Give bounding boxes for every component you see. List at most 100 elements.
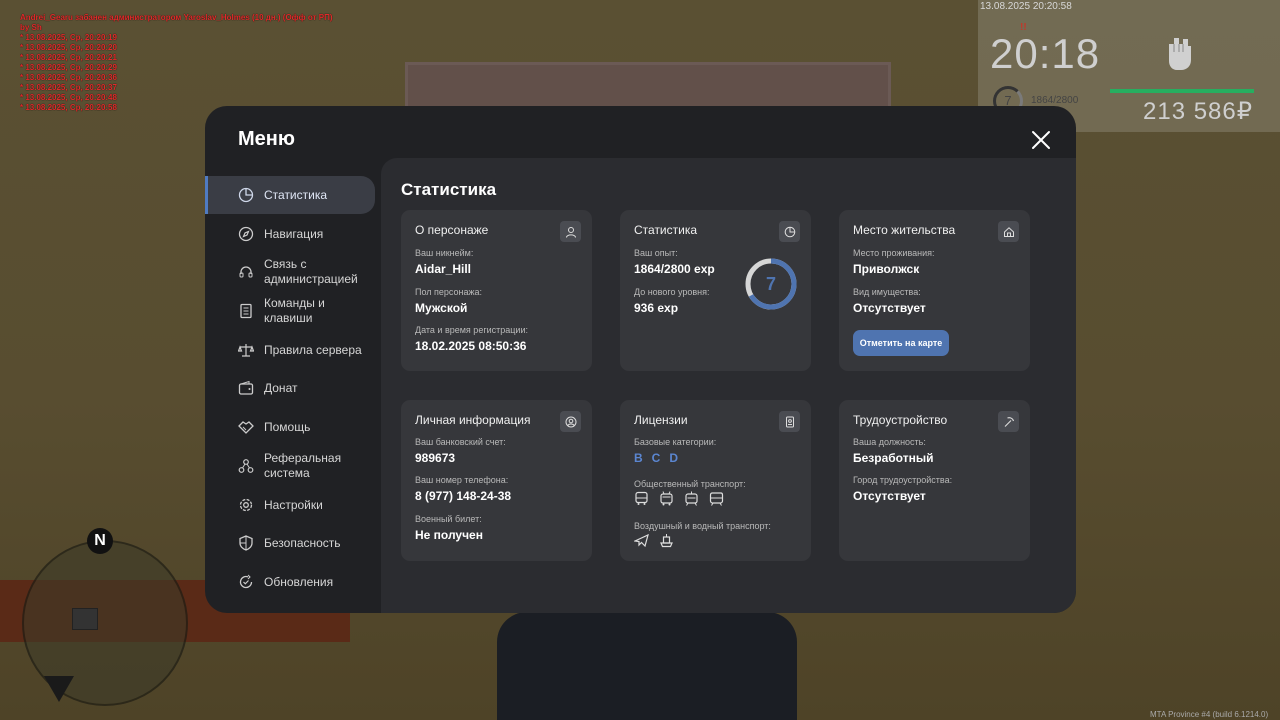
compass-north: N [87,528,113,554]
sidebar-item-navigation[interactable]: Навигация [205,215,375,253]
sidebar-item-settings[interactable]: Настройки [205,486,375,524]
bank-label: Ваш банковский счет: [415,437,506,447]
nickname-value: Aidar_Hill [415,262,472,276]
handshake-icon [237,418,255,436]
shield-icon [237,534,255,552]
nickname-label: Ваш никнейм: [415,248,474,258]
license-categories: B C D [634,451,678,465]
category-c: C [651,451,661,465]
sidebar-item-label: Помощь [264,419,311,434]
sidebar-item-label: Настройки [264,497,323,512]
sidebar-item-referral[interactable]: Реферальная система [205,447,375,485]
pie-chart-icon [237,186,255,204]
minimap-blip-icon [72,608,98,630]
card-title: О персонаже [415,223,489,237]
boat-icon [660,534,673,548]
hud-health-bar [1110,89,1254,93]
menu-title: Меню [238,128,295,150]
base-categories-label: Базовые категории: [634,437,717,447]
category-d: D [669,451,679,465]
plane-icon [634,533,649,548]
mark-on-map-button[interactable]: Отметить на карте [853,330,949,356]
content-title: Статистика [401,180,497,199]
tram-icon [685,491,698,506]
close-icon[interactable] [1031,130,1051,150]
sidebar-item-security[interactable]: Безопасность [205,524,375,562]
next-level-value: 936 exp [634,301,679,315]
sidebar-item-label: Связь с администрацией [264,257,358,286]
chat-message: * 13.08.2025, Ср, 20:20:21 [20,53,117,62]
hud-exp: 1864/2800 [1031,95,1079,106]
gear-icon [237,496,255,514]
build-info: MTA Province #4 (build 6.1214.0) [1150,710,1269,719]
content-panel: Статистика О персонаже Ваш никнейм: Aida… [381,158,1076,613]
chat-message: by Sh [20,23,42,32]
compass-icon [237,225,255,243]
card-title: Место жительства [853,223,956,237]
pie-chart-icon [779,221,800,242]
user-icon [560,221,581,242]
position-label: Ваша должность: [853,437,926,447]
residence-value: Приволжск [853,262,920,276]
card-personal-info: Личная информация Ваш банковский счет: 9… [401,400,592,561]
sidebar-item-label: Правила сервера [264,342,362,357]
background-character [497,612,797,720]
chat-message: * 13.08.2025, Ср, 20:20:36 [20,73,117,82]
sidebar-item-label: Реферальная система [264,451,342,480]
registration-value: 18.02.2025 08:50:36 [415,339,527,353]
home-icon [998,221,1019,242]
category-b: B [634,451,643,465]
card-title: Трудоустройство [853,413,948,427]
position-value: Безработный [853,451,934,465]
sidebar-item-label: Безопасность [264,535,341,550]
sidebar-item-statistics[interactable]: Статистика [205,176,375,214]
sidebar-item-updates[interactable]: Обновления [205,563,375,601]
card-licenses: Лицензии Базовые категории: B C D Общест… [620,400,811,561]
phone-label: Ваш номер телефона: [415,475,509,485]
sidebar-item-label: Донат [264,380,298,395]
card-statistics: Статистика Ваш опыт: 1864/2800 exp До но… [620,210,811,371]
hud-money: 213 586₽ [1143,98,1254,125]
level-number: 7 [766,274,776,294]
hud-date: 13.08.2025 20:20:58 [980,1,1072,12]
document-icon [237,302,255,320]
air-water-transport-icons [634,533,674,548]
sidebar-item-donate[interactable]: Донат [205,369,375,407]
hud-clock: 20:18 [990,30,1101,77]
sidebar-item-help[interactable]: Помощь [205,408,375,446]
card-employment: Трудоустройство Ваша должность: Безработ… [839,400,1030,561]
chat-message: * 13.08.2025, Ср, 20:20:19 [20,33,117,42]
gender-value: Мужской [415,301,468,315]
bank-value: 989673 [415,451,456,465]
player-arrow-icon [44,676,74,702]
card-title: Статистика [634,223,698,237]
exp-value: 1864/2800 exp [634,262,715,276]
gender-label: Пол персонажа: [415,287,483,297]
sidebar-item-label: Статистика [264,187,328,202]
bus-icon [635,491,648,505]
air-water-transport-label: Воздушный и водный транспорт: [634,521,771,531]
card-residence: Место жительства Место проживания: Приво… [839,210,1030,371]
user-circle-icon [560,411,581,432]
train-icon [709,492,724,506]
work-city-label: Город трудоустройства: [853,475,953,485]
sidebar-item-label: Навигация [264,226,324,241]
military-label: Военный билет: [415,514,482,524]
card-title: Личная информация [415,413,531,427]
property-label: Вид имущества: [853,287,921,297]
id-card-icon [779,411,800,432]
exp-label: Ваш опыт: [634,248,678,258]
level-progress-ring: 7 [745,258,797,310]
refresh-check-icon [237,573,255,591]
sidebar-item-commands[interactable]: Команды и клавиши [205,292,375,330]
chat-log: Andrei_Gearu забанен администратором Yar… [20,13,350,113]
sidebar-item-label: Команды и клавиши [264,296,325,325]
sidebar-item-contact-admin[interactable]: Связь с администрацией [205,253,375,291]
chat-message: * 13.08.2025, Ср, 20:20:37 [20,83,117,92]
chat-message: * 13.08.2025, Ср, 20:20:20 [20,43,117,52]
sidebar-item-rules[interactable]: Правила сервера [205,331,375,369]
network-icon [237,457,255,475]
scales-icon [237,341,255,359]
sidebar-item-label: Обновления [264,574,334,589]
wallet-icon [237,379,255,397]
